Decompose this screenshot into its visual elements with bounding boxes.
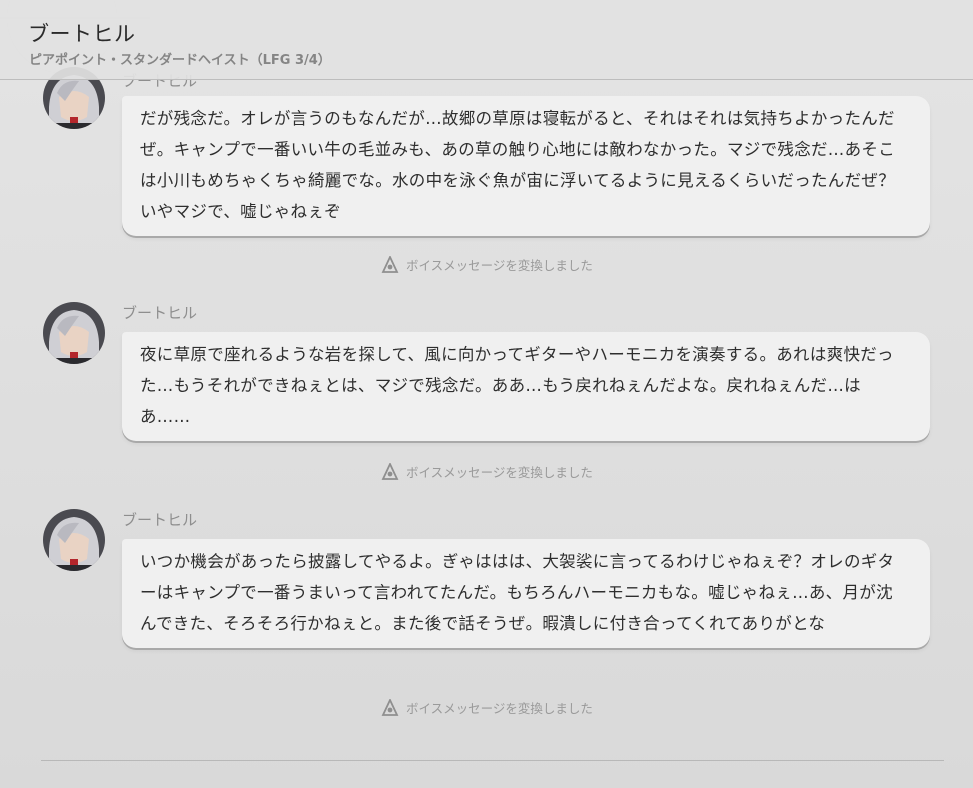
sender-avatar[interactable] <box>43 509 105 571</box>
voice-convert-icon <box>381 698 399 716</box>
contact-subtitle: ピアポイント・スタンダードヘイスト（LFG 3/4） <box>29 53 331 68</box>
avatar-boothill-icon <box>43 509 105 571</box>
message-bubble: いつか機会があったら披露してやるよ。ぎゃははは、大袈裟に言ってるわけじゃねぇぞ？… <box>122 539 930 648</box>
voice-convert-icon <box>381 255 399 273</box>
message-bubble: 夜に草原で座れるような岩を探して、風に向かってギターやハーモニカを演奏する。あれ… <box>122 332 930 441</box>
voice-converted-note: ボイスメッセージを変換しました <box>0 462 973 481</box>
sender-name: ブートヒル <box>122 304 198 322</box>
sender-name: ブートヒル <box>122 511 198 529</box>
avatar-boothill-icon <box>43 302 105 364</box>
sender-avatar[interactable] <box>43 302 105 364</box>
voice-note-text: ボイスメッセージを変換しました <box>406 701 593 716</box>
voice-note-text: ボイスメッセージを変換しました <box>406 258 593 273</box>
contact-name-title: ブートヒル <box>28 22 136 46</box>
bottom-divider <box>41 760 944 761</box>
chat-header: ブートヒル ピアポイント・スタンダードヘイスト（LFG 3/4） <box>0 0 973 80</box>
message-bubble: だが残念だ。オレが言うのもなんだが…故郷の草原は寝転がると、それはそれは気持ちよ… <box>122 96 930 236</box>
voice-convert-icon <box>381 462 399 480</box>
voice-converted-note: ボイスメッセージを変換しました <box>0 255 973 274</box>
chat-log[interactable]: ブートヒル だが残念だ。オレが言うのもなんだが…故郷の草原は寝転がると、それはそ… <box>0 0 973 788</box>
voice-converted-note: ボイスメッセージを変換しました <box>0 698 973 717</box>
voice-note-text: ボイスメッセージを変換しました <box>406 465 593 480</box>
